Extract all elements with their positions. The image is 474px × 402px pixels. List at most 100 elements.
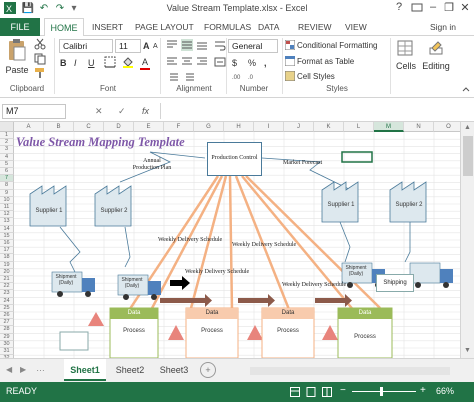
paste-button[interactable]: Paste <box>4 64 30 76</box>
prev-sheet-icon[interactable]: ◀ <box>6 365 12 374</box>
sheet-tab-sheet2[interactable]: Sheet2 <box>110 359 150 381</box>
wrap-text-icon[interactable] <box>214 39 226 53</box>
copy-icon[interactable] <box>34 53 46 65</box>
formula-input[interactable] <box>160 103 472 119</box>
production-control-box[interactable]: Production Control <box>207 142 262 176</box>
zoom-out-icon[interactable]: − <box>340 385 346 396</box>
format-as-table-button[interactable]: Format as Table <box>297 56 354 68</box>
data-header[interactable]: Data <box>338 310 392 316</box>
bold-button[interactable]: B <box>60 57 67 69</box>
tab-home[interactable]: HOME <box>44 18 84 37</box>
shrink-font-button[interactable]: A <box>153 41 158 53</box>
sheet-tab-sheet1[interactable]: Sheet1 <box>64 359 106 381</box>
supplier-1-right-label[interactable]: Supplier 1 <box>326 202 356 208</box>
align-top-icon[interactable] <box>166 39 214 53</box>
editing-button[interactable]: Editing <box>420 60 452 72</box>
format-painter-icon[interactable] <box>34 67 46 79</box>
collapse-ribbon-icon[interactable] <box>462 84 470 94</box>
add-sheet-button[interactable]: + <box>200 362 216 378</box>
supplier-2-right-label[interactable]: Supplier 2 <box>394 202 424 208</box>
decimal-icons[interactable]: .00 .0 <box>232 71 272 83</box>
cells-icon[interactable] <box>397 40 413 58</box>
supplier-2-label[interactable]: Supplier 2 <box>99 208 129 214</box>
shipment-label[interactable]: Shipment (Daily) <box>52 274 80 286</box>
conditional-formatting-button[interactable]: Conditional Formatting <box>297 40 377 52</box>
process-label[interactable]: Process <box>262 328 314 334</box>
zoom-level[interactable]: 66% <box>436 386 454 396</box>
page-break-view-icon[interactable] <box>322 387 332 399</box>
process-label[interactable]: Process <box>338 334 392 340</box>
format-as-table-icon[interactable] <box>284 55 296 68</box>
sheet-tab-sheet3[interactable]: Sheet3 <box>154 359 194 381</box>
percent-button[interactable]: % <box>248 57 256 69</box>
align-left-icon[interactable] <box>166 56 214 70</box>
tab-insert[interactable]: INSERT <box>92 22 123 36</box>
name-box[interactable]: M7 <box>2 104 66 119</box>
cancel-formula-icon[interactable]: ✕ <box>95 105 103 117</box>
minimize-button[interactable]: – <box>426 1 440 15</box>
shipping-box[interactable]: Shipping <box>376 274 414 292</box>
enter-formula-icon[interactable]: ✓ <box>118 105 126 117</box>
font-color-button[interactable]: A <box>140 56 150 70</box>
market-forecast-label[interactable]: Market Forecast <box>283 160 322 166</box>
annual-plan-label[interactable]: Annual Production Plan <box>130 158 174 172</box>
grow-font-button[interactable]: A <box>143 40 150 52</box>
tab-view[interactable]: VIEW <box>345 22 367 36</box>
ribbon-display-icon[interactable] <box>410 1 424 15</box>
sign-in-link[interactable]: Sign in <box>430 22 456 36</box>
weekly-schedule-label[interactable]: Weekly Delivery Schedule <box>158 237 222 243</box>
zoom-slider[interactable] <box>352 391 416 392</box>
restore-button[interactable]: ❐ <box>442 1 456 15</box>
font-name-select[interactable]: Calibri <box>59 39 113 53</box>
weekly-schedule-label[interactable]: Weekly Delivery Schedule <box>185 269 249 275</box>
comma-button[interactable]: , <box>264 57 267 69</box>
shipment-label[interactable]: Shipment (Daily) <box>118 277 146 289</box>
next-sheet-icon[interactable]: ▶ <box>20 365 26 374</box>
shipment-label[interactable]: Shipment (Daily) <box>342 265 370 277</box>
process-label[interactable]: Process <box>110 328 158 334</box>
tab-file[interactable]: FILE <box>0 18 40 36</box>
scroll-up-icon[interactable]: ▲ <box>464 124 471 131</box>
process-label[interactable]: Process <box>186 328 238 334</box>
normal-view-icon[interactable] <box>290 387 300 399</box>
conditional-formatting-icon[interactable] <box>284 39 296 52</box>
tab-formulas[interactable]: FORMULAS <box>204 22 251 36</box>
zoom-slider-thumb[interactable] <box>380 387 383 396</box>
cell-styles-icon[interactable] <box>284 70 296 83</box>
zoom-in-icon[interactable]: + <box>420 385 426 396</box>
tab-page-layout[interactable]: PAGE LAYOUT <box>135 22 194 36</box>
supplier-1-label[interactable]: Supplier 1 <box>34 208 64 214</box>
data-header[interactable]: Data <box>186 310 238 316</box>
sheet-title[interactable]: Value Stream Mapping Template <box>16 135 185 150</box>
cell-styles-button[interactable]: Cell Styles <box>297 71 335 83</box>
number-format-select[interactable]: General <box>228 39 278 53</box>
data-header[interactable]: Data <box>110 310 158 316</box>
merge-center-icon[interactable] <box>214 56 226 70</box>
tab-review[interactable]: REVIEW <box>298 22 332 36</box>
horizontal-scrollbar[interactable] <box>250 367 450 375</box>
more-sheets-icon[interactable]: … <box>36 363 45 373</box>
scroll-thumb[interactable] <box>463 136 473 176</box>
tab-data[interactable]: DATA <box>258 22 279 36</box>
font-size-select[interactable]: 11 <box>115 39 141 53</box>
italic-button[interactable]: I <box>74 57 77 69</box>
underline-button[interactable]: U <box>88 57 95 69</box>
paste-icon[interactable] <box>6 38 28 64</box>
help-icon[interactable]: ? <box>392 1 406 15</box>
weekly-schedule-label[interactable]: Weekly Delivery Schedule <box>232 242 296 248</box>
fill-color-icon[interactable] <box>122 56 134 70</box>
scroll-down-icon[interactable]: ▼ <box>464 347 471 354</box>
editing-icon[interactable] <box>428 40 444 58</box>
cut-icon[interactable] <box>34 38 46 50</box>
vertical-scrollbar[interactable]: ▲ ▼ <box>460 122 474 358</box>
insert-function-icon[interactable]: fx <box>142 105 149 117</box>
cells-button[interactable]: Cells <box>393 60 419 72</box>
data-header[interactable]: Data <box>262 310 314 316</box>
borders-icon[interactable] <box>104 56 116 70</box>
currency-button[interactable]: $ <box>232 57 237 69</box>
weekly-schedule-label[interactable]: Weekly Delivery Schedule <box>282 282 346 288</box>
indent-icons[interactable] <box>166 72 206 84</box>
worksheet-grid[interactable]: ABCDEFGHIJKLMNOP 12345678910111213141516… <box>0 122 460 358</box>
close-button[interactable]: ✕ <box>458 1 472 15</box>
page-layout-view-icon[interactable] <box>306 387 316 399</box>
